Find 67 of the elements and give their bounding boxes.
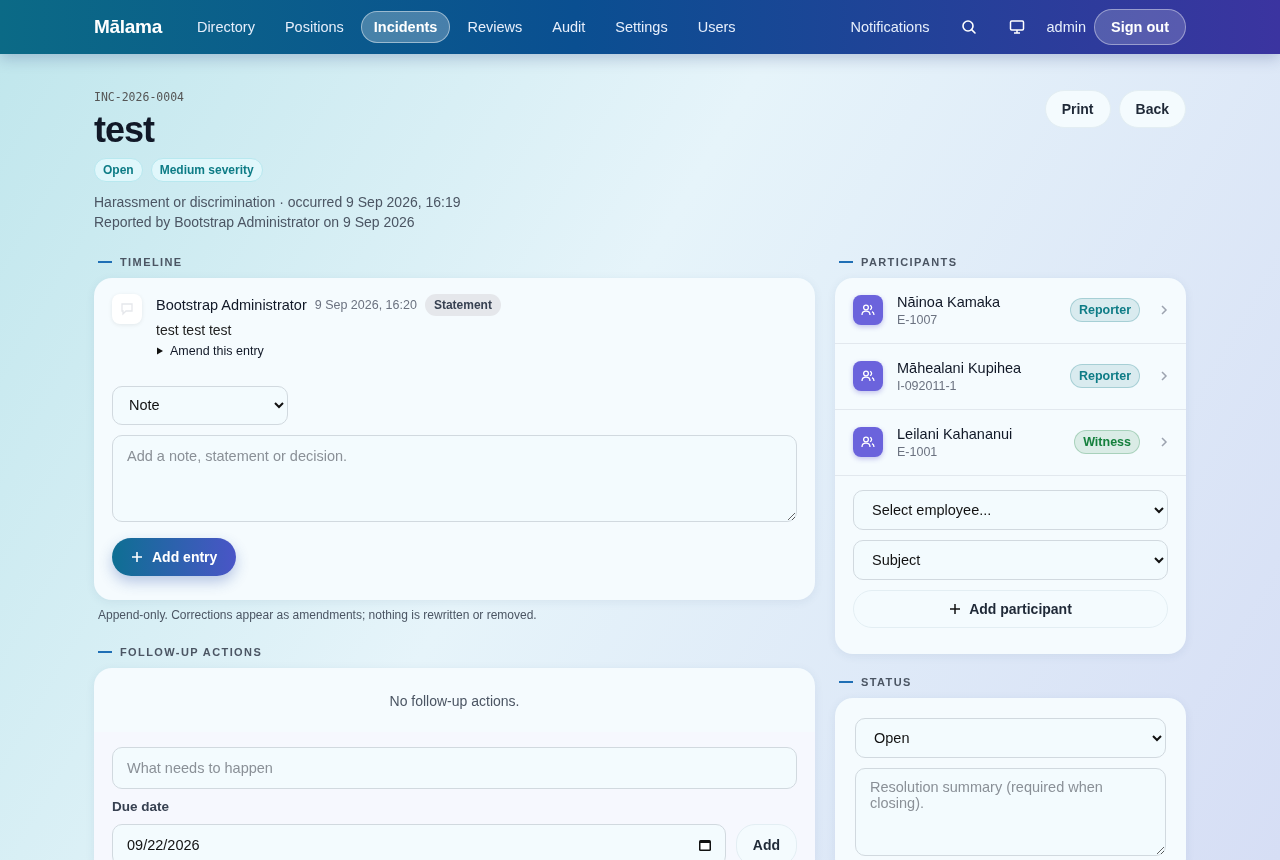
role-select[interactable]: Subject (853, 539, 1168, 580)
due-date-label: Due date (112, 798, 170, 814)
entry-text: test test test (156, 321, 232, 338)
nav-tab[interactable]: Incidents (360, 11, 451, 43)
chevron-icon (1160, 304, 1168, 317)
entry-type-badge: Statement (424, 293, 501, 316)
participant-id: E-1007 (897, 312, 939, 327)
nav-tab[interactable]: Positions (271, 11, 357, 43)
role-badge: Witness (1074, 430, 1140, 455)
disclosure-triangle-icon (156, 346, 164, 355)
people-icon (853, 361, 883, 392)
entry-text-field[interactable]: Add a note, statement or decision. (112, 434, 797, 522)
chevron-icon (1160, 370, 1168, 383)
section-heading: TIMELINE (120, 255, 183, 268)
incident-reference: INC-2026-0004 (94, 90, 184, 104)
role-badge: Reporter (1069, 298, 1140, 323)
status-select[interactable]: Open (855, 717, 1166, 758)
nav-tab[interactable]: Reviews (454, 11, 536, 43)
notifications-link[interactable]: Notifications (837, 11, 943, 43)
comment-icon (112, 293, 142, 324)
brand-logo[interactable]: Mālama (94, 16, 162, 38)
nav-tab[interactable]: Directory (183, 11, 268, 43)
sign-out-button[interactable]: Sign out (1094, 9, 1186, 45)
due-date-field[interactable]: 09/22/2026 (112, 823, 726, 860)
plus-icon (131, 550, 143, 563)
incident-title: test (94, 110, 155, 150)
participant-row[interactable]: Leilani Kahananui E-1001 Witness (835, 409, 1186, 476)
chevron-icon (1160, 436, 1168, 449)
section-heading: FOLLOW-UP ACTIONS (120, 645, 263, 658)
calendar-icon[interactable] (697, 837, 712, 852)
add-participant-button[interactable]: Add participant (853, 589, 1168, 628)
people-icon (853, 427, 883, 458)
entry-time: 9 Sep 2026, 16:20 (314, 297, 417, 312)
participant-name: Leilani Kahananui (897, 425, 1014, 442)
plus-icon (949, 602, 962, 615)
monitor-icon[interactable] (1008, 19, 1025, 35)
participant-name: Māhealani Kupihea (897, 359, 1023, 376)
employee-select[interactable]: Select employee... (853, 489, 1168, 530)
section-heading: STATUS (861, 675, 912, 688)
participant-row[interactable]: Māhealani Kupihea I-092011-1 Reporter (835, 343, 1186, 410)
status-badge: Open (94, 157, 143, 182)
participant-name: Nāinoa Kamaka (897, 293, 1002, 310)
amend-toggle[interactable]: Amend this entry (156, 343, 264, 358)
status-badge: Medium severity (150, 157, 263, 182)
append-only-note: Append-only. Corrections appear as amendments; nothing is rewritten or removed. (98, 607, 538, 622)
participant-id: I-092011-1 (897, 378, 958, 393)
action-button[interactable]: Print (1044, 90, 1111, 128)
people-icon (853, 295, 883, 326)
participant-row[interactable]: Nāinoa Kamaka E-1007 Reporter (835, 277, 1186, 344)
user-name: admin (1046, 19, 1086, 35)
section-heading: PARTICIPANTS (861, 255, 958, 268)
entry-type-select[interactable]: Note (112, 385, 288, 425)
participant-id: E-1001 (897, 444, 939, 459)
empty-message: No follow-up actions. (388, 691, 521, 711)
nav-tab[interactable]: Settings (602, 11, 681, 43)
action-button[interactable]: Back (1118, 90, 1186, 128)
role-badge: Reporter (1069, 364, 1140, 389)
nav-tab[interactable]: Users (684, 11, 749, 43)
add-entry-button[interactable]: Add entry (112, 537, 237, 576)
search-icon[interactable] (960, 19, 977, 35)
add-action-button[interactable]: Add (735, 823, 797, 860)
action-input-field[interactable]: What needs to happen (112, 746, 797, 789)
incident-meta: Harassment or discrimination · occurred 9 Sep 2026, 16:19 (94, 192, 461, 212)
reported-by: Reported by Bootstrap Administrator on 9 Sep 2026 (94, 212, 415, 232)
entry-author: Bootstrap Administrator (156, 296, 307, 313)
resolution-summary-field[interactable]: Resolution summary (required when closing). (855, 767, 1166, 856)
nav-tab[interactable]: Audit (539, 11, 599, 43)
